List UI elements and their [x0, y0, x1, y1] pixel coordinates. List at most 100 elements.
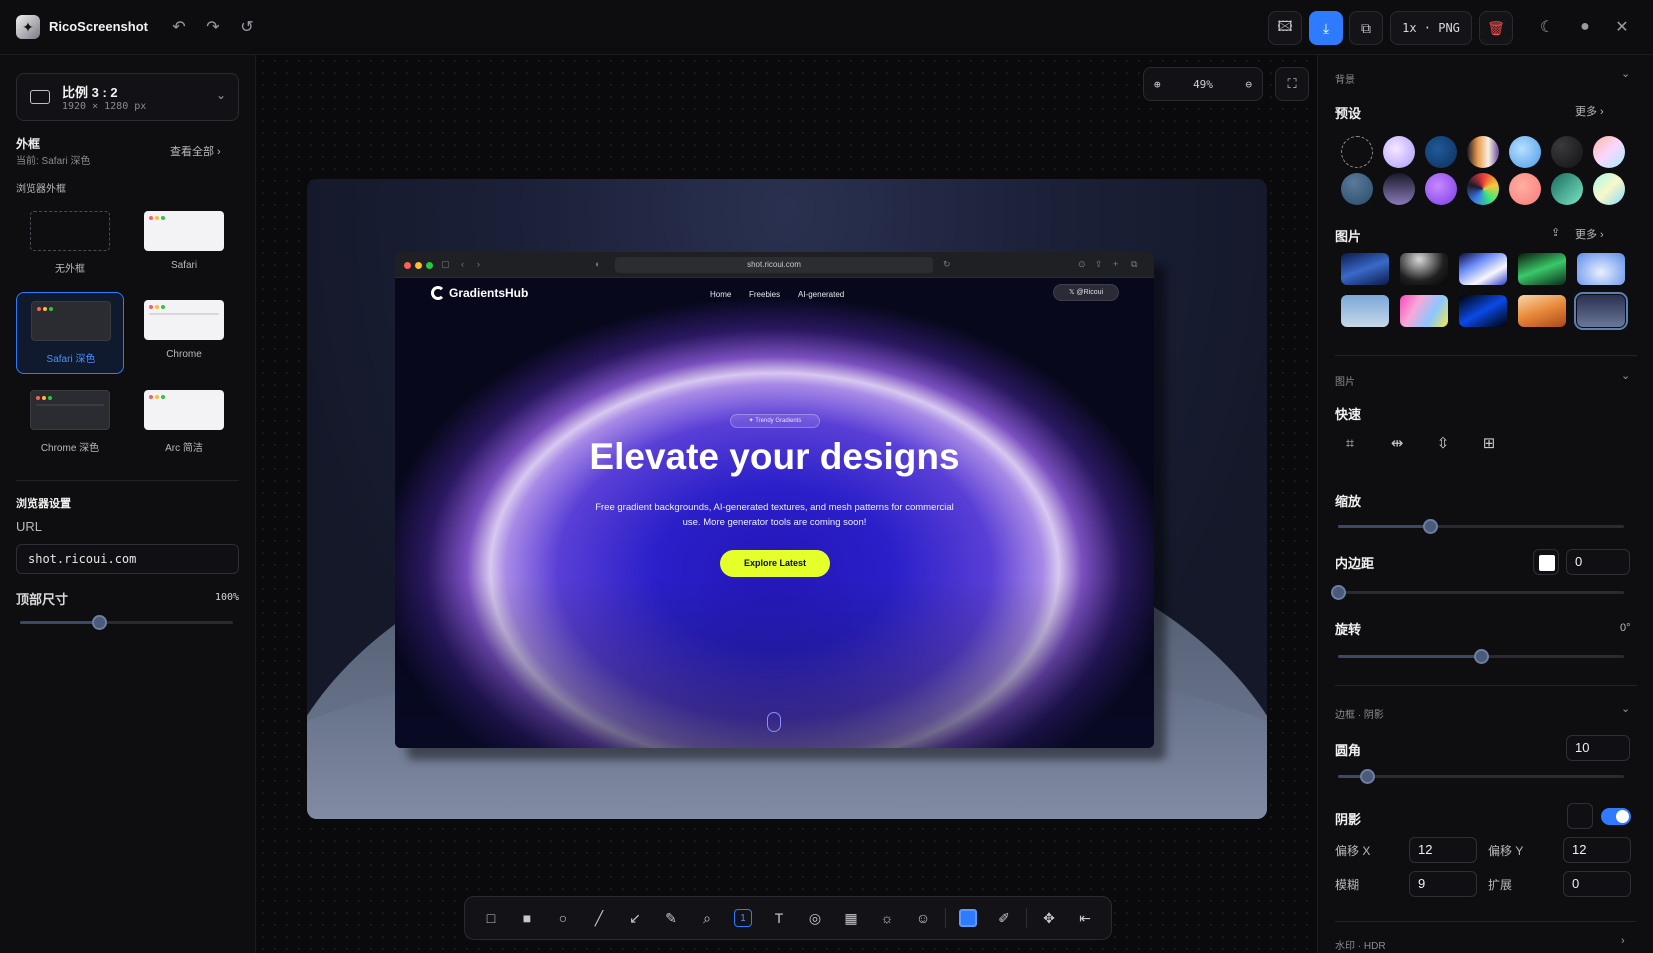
- flip-vertical-icon[interactable]: ⇳: [1432, 432, 1454, 454]
- chevron-down-icon[interactable]: ⌄: [1621, 702, 1630, 715]
- slider-knob[interactable]: [1331, 585, 1346, 600]
- image-swatch[interactable]: [1518, 295, 1566, 327]
- crop-icon[interactable]: ⌗: [1339, 432, 1361, 454]
- chevron-down-icon[interactable]: ⌄: [1621, 369, 1630, 382]
- spread-input[interactable]: 0: [1563, 871, 1631, 897]
- text-tool[interactable]: T: [761, 902, 797, 934]
- color-swatch: [959, 909, 977, 927]
- slider-knob[interactable]: [1422, 519, 1438, 534]
- redo-icon[interactable]: ↷: [200, 14, 226, 40]
- offset-y-input[interactable]: 12: [1563, 837, 1631, 863]
- pen-tool[interactable]: ✎: [653, 902, 689, 934]
- preset-swatch[interactable]: [1467, 173, 1499, 205]
- magnify-tool[interactable]: ⌕: [689, 902, 725, 934]
- view-all-link[interactable]: 查看全部 ›: [170, 143, 221, 159]
- arrow-tool[interactable]: ↙: [617, 902, 653, 934]
- top-size-slider[interactable]: [20, 615, 233, 630]
- frame-option-none[interactable]: 无外框: [16, 203, 124, 285]
- frame-option-safari[interactable]: Safari: [130, 203, 238, 285]
- image-swatch[interactable]: [1400, 253, 1448, 285]
- preset-swatch[interactable]: [1467, 136, 1499, 168]
- preset-swatch[interactable]: [1551, 173, 1583, 205]
- flip-horizontal-icon[interactable]: ⇹: [1386, 432, 1408, 454]
- frame-option-arc[interactable]: Arc 简洁: [130, 382, 238, 464]
- slider-knob[interactable]: [1359, 769, 1375, 784]
- rotate-slider[interactable]: [1338, 649, 1624, 664]
- copy-button[interactable]: ⧉: [1349, 11, 1383, 45]
- image-swatch[interactable]: [1459, 253, 1507, 285]
- frame-option-chrome-dark[interactable]: Chrome 深色: [16, 382, 124, 464]
- move-tool[interactable]: ✥: [1031, 902, 1067, 934]
- chevron-right-icon[interactable]: ›: [1621, 935, 1625, 947]
- download-button[interactable]: ⤓: [1309, 11, 1343, 45]
- preset-swatch[interactable]: [1509, 173, 1541, 205]
- preset-swatch[interactable]: [1425, 136, 1457, 168]
- border-section-header[interactable]: 边框 · 阴影: [1335, 706, 1384, 721]
- format-select[interactable]: 1x · PNG: [1390, 11, 1472, 45]
- fullscreen-button[interactable]: ⛶: [1275, 67, 1309, 101]
- ratio-select[interactable]: 比例 3 : 2 1920 × 1280 px ⌄: [16, 73, 239, 121]
- ellipse-tool[interactable]: ○: [545, 902, 581, 934]
- image-swatch-selected[interactable]: [1574, 292, 1628, 330]
- preset-swatch[interactable]: [1551, 136, 1583, 168]
- images-more-link[interactable]: 更多 ›: [1575, 226, 1604, 242]
- delete-button[interactable]: 🗑: [1479, 11, 1513, 45]
- line-tool[interactable]: ╱: [581, 902, 617, 934]
- image-swatch[interactable]: [1400, 295, 1448, 327]
- spotlight-tool[interactable]: ◎: [797, 902, 833, 934]
- blur-input[interactable]: 9: [1409, 871, 1477, 897]
- slider-knob[interactable]: [91, 615, 107, 630]
- preset-swatch[interactable]: [1593, 173, 1625, 205]
- image-section-header[interactable]: 图片: [1335, 373, 1355, 388]
- offset-x-input[interactable]: 12: [1409, 837, 1477, 863]
- preset-swatch[interactable]: [1383, 136, 1415, 168]
- upload-icon[interactable]: ⇪: [1551, 226, 1560, 239]
- reset-icon[interactable]: ↺: [234, 14, 260, 40]
- zoom-out-icon[interactable]: ⊖: [1245, 78, 1252, 91]
- padding-input[interactable]: 0: [1566, 549, 1630, 575]
- url-input[interactable]: shot.ricoui.com: [16, 544, 239, 574]
- emoji-tool[interactable]: ☺: [905, 902, 941, 934]
- zoom-in-icon[interactable]: ⊕: [1154, 78, 1161, 91]
- image-swatch[interactable]: [1459, 295, 1507, 327]
- number-tool[interactable]: 1: [725, 902, 761, 934]
- x-icon[interactable]: ✕: [1609, 14, 1635, 40]
- preset-swatch[interactable]: [1425, 173, 1457, 205]
- preset-swatch[interactable]: [1593, 136, 1625, 168]
- color-picker[interactable]: [950, 902, 986, 934]
- padding-slider[interactable]: [1331, 585, 1624, 600]
- padding-color-picker[interactable]: [1533, 549, 1559, 575]
- frame-option-safari-dark[interactable]: Safari 深色: [16, 292, 124, 374]
- preset-swatch[interactable]: [1341, 173, 1373, 205]
- watermark-section-header[interactable]: 水印 · HDR: [1335, 937, 1386, 952]
- paste-image-button[interactable]: 🖾: [1268, 11, 1302, 45]
- image-swatch[interactable]: [1577, 253, 1625, 285]
- image-swatch[interactable]: [1341, 295, 1389, 327]
- radius-input[interactable]: 10: [1566, 735, 1630, 761]
- undo-icon[interactable]: ↶: [166, 14, 192, 40]
- browser-preview[interactable]: ▢ ‹ › ◐ shot.ricoui.com ↻ ⊙ ⇪ + ⧉ Gradie…: [395, 252, 1154, 748]
- preset-swatch[interactable]: [1383, 173, 1415, 205]
- rect-outline-tool[interactable]: □: [473, 902, 509, 934]
- preset-none[interactable]: [1341, 136, 1373, 168]
- rect-fill-tool[interactable]: ■: [509, 902, 545, 934]
- scale-slider[interactable]: [1338, 519, 1624, 534]
- radius-slider[interactable]: [1338, 769, 1624, 784]
- presets-more-link[interactable]: 更多 ›: [1575, 103, 1604, 119]
- shadow-toggle[interactable]: [1601, 808, 1631, 825]
- frame-option-chrome[interactable]: Chrome: [130, 292, 238, 374]
- github-icon[interactable]: ●: [1572, 14, 1598, 40]
- bg-section-header[interactable]: 背景: [1335, 71, 1355, 86]
- chevron-down-icon[interactable]: ⌄: [1621, 67, 1630, 80]
- image-swatch[interactable]: [1341, 253, 1389, 285]
- brightness-tool[interactable]: ☼: [869, 902, 905, 934]
- slider-knob[interactable]: [1474, 649, 1489, 664]
- shadow-color-picker[interactable]: [1567, 803, 1593, 829]
- collapse-tool[interactable]: ⇤: [1067, 902, 1103, 934]
- dark-mode-icon[interactable]: ☾: [1534, 14, 1560, 40]
- mosaic-tool[interactable]: ▦: [833, 902, 869, 934]
- preset-swatch[interactable]: [1509, 136, 1541, 168]
- grid-icon[interactable]: ⊞: [1478, 432, 1500, 454]
- image-swatch[interactable]: [1518, 253, 1566, 285]
- stroke-tool[interactable]: ✐: [986, 902, 1022, 934]
